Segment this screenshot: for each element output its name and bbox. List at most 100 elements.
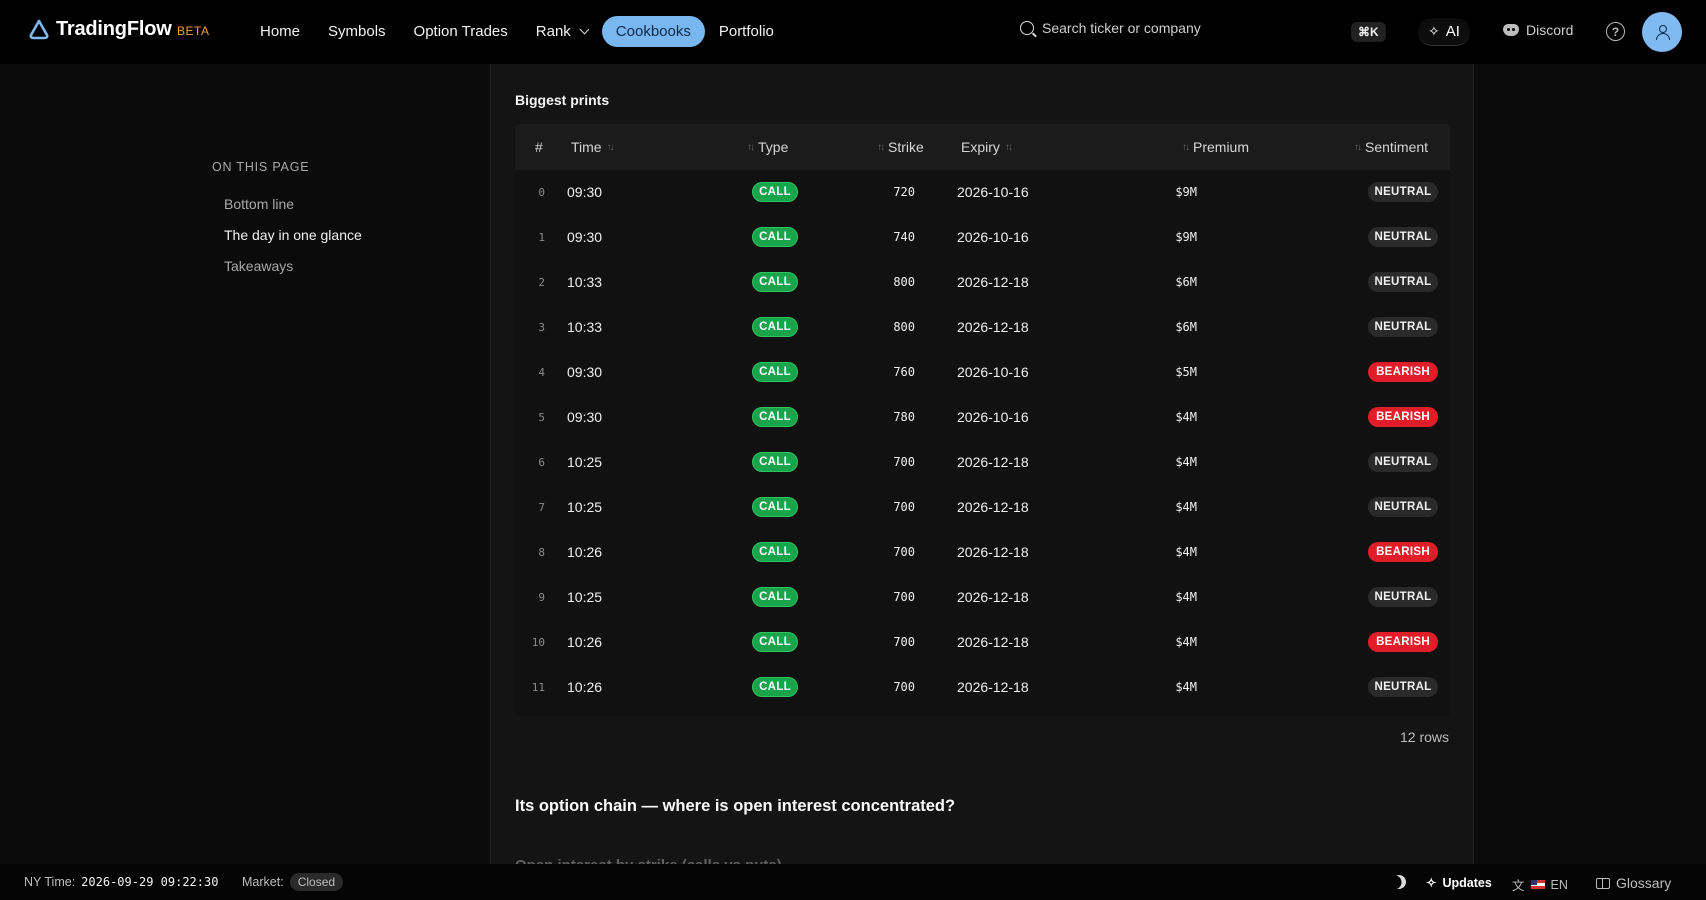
col-type[interactable]: ↑↓ Type [747,139,788,155]
row-premium: $4M [1175,680,1197,694]
toc-item-takeaways[interactable]: Takeaways [224,258,293,274]
table-row[interactable]: 3 10:33 CALL 800 2026-12-18 $6M NEUTRAL [515,305,1450,350]
search-input[interactable] [1042,20,1332,36]
theme-toggle[interactable] [1392,875,1406,889]
discord-icon [1503,24,1519,36]
book-icon [1596,877,1610,889]
sentiment-badge: NEUTRAL [1368,452,1438,472]
table-row[interactable]: 5 09:30 CALL 780 2026-10-16 $4M BEARISH [515,395,1450,440]
row-strike: 800 [893,320,915,334]
main-nav: Home Symbols Option Trades Rank Cookbook… [246,16,788,47]
nav-rank[interactable]: Rank [522,16,602,47]
type-badge: CALL [752,182,798,202]
search-shortcut: ⌘K [1351,22,1386,42]
toc-item-bottom-line[interactable]: Bottom line [224,196,294,212]
row-expiry: 2026-12-18 [957,589,1029,605]
row-expiry: 2026-12-18 [957,499,1029,515]
type-badge: CALL [752,317,798,337]
toc-item-day-in-one-glance[interactable]: The day in one glance [224,227,362,243]
sentiment-badge: NEUTRAL [1368,587,1438,607]
row-expiry: 2026-10-16 [957,184,1029,200]
col-premium[interactable]: ↑↓ Premium [1182,139,1249,155]
row-index: 0 [538,186,545,199]
chevron-down-icon [579,24,590,35]
ny-time-label: NY Time: [24,875,76,889]
sentiment-badge: NEUTRAL [1368,317,1438,337]
sentiment-badge: BEARISH [1368,632,1438,652]
sentiment-badge: NEUTRAL [1368,497,1438,517]
nav-option-trades[interactable]: Option Trades [400,16,522,47]
ny-time-value: 2026-09-29 09:22:30 [81,875,219,889]
avatar[interactable] [1642,12,1682,52]
market-status: Market: Closed [242,873,344,891]
row-count: 12 rows [1400,729,1450,745]
language-label: EN [1550,877,1568,892]
col-strike[interactable]: ↑↓ Strike [877,139,924,155]
table-row[interactable]: 11 10:26 CALL 700 2026-12-18 $4M NEUTRAL [515,665,1450,710]
row-expiry: 2026-12-18 [957,544,1029,560]
type-badge: CALL [752,677,798,697]
section-title: Biggest prints [515,92,610,108]
logo[interactable]: TradingFlow [28,18,172,41]
table-row[interactable]: 8 10:26 CALL 700 2026-12-18 $4M BEARISH [515,530,1450,575]
col-time[interactable]: Time ↑↓ [571,139,615,155]
ai-button[interactable]: ✧ AI [1418,18,1470,46]
table-header: # Time ↑↓ ↑↓ Type ↑↓ Strike Expiry ↑↓ ↑↓ Prem… [515,124,1450,170]
sort-icon: ↑↓ [1182,141,1190,153]
sentiment-badge: NEUTRAL [1368,182,1438,202]
table-row[interactable]: 2 10:33 CALL 800 2026-12-18 $6M NEUTRAL [515,260,1450,305]
moon-icon [1389,872,1408,891]
updates-label: Updates [1442,875,1492,890]
row-premium: $6M [1175,320,1197,334]
row-premium: $9M [1175,230,1197,244]
col-index: # [535,139,543,155]
nav-portfolio[interactable]: Portfolio [705,16,788,47]
table-row[interactable]: 4 09:30 CALL 760 2026-10-16 $5M BEARISH [515,350,1450,395]
row-expiry: 2026-12-18 [957,454,1029,470]
table-row[interactable]: 6 10:25 CALL 700 2026-12-18 $4M NEUTRAL [515,440,1450,485]
language-select[interactable]: 文 EN [1512,875,1568,894]
updates-button[interactable]: ✧ Updates [1426,875,1492,891]
market-badge: Closed [289,873,344,891]
row-index: 10 [531,636,545,649]
sentiment-badge: BEARISH [1368,542,1438,562]
row-time: 10:33 [567,319,603,335]
col-sentiment[interactable]: ↑↓ Sentiment [1354,139,1428,155]
ny-time: NY Time: 2026-09-29 09:22:30 [24,875,218,889]
table-row[interactable]: 9 10:25 CALL 700 2026-12-18 $4M NEUTRAL [515,575,1450,620]
row-strike: 700 [893,455,915,469]
nav-cookbooks[interactable]: Cookbooks [601,16,705,47]
table-row[interactable]: 10 10:26 CALL 700 2026-12-18 $4M BEARISH [515,620,1450,665]
type-badge: CALL [752,272,798,292]
row-index: 6 [538,456,545,469]
table-row[interactable]: 7 10:25 CALL 700 2026-12-18 $4M NEUTRAL [515,485,1450,530]
table-row[interactable]: 0 09:30 CALL 720 2026-10-16 $9M NEUTRAL [515,170,1450,215]
toc-title: ON THIS PAGE [212,160,310,174]
row-premium: $4M [1175,635,1197,649]
sentiment-badge: NEUTRAL [1368,677,1438,697]
table-row[interactable]: 1 09:30 CALL 740 2026-10-16 $9M NEUTRAL [515,215,1450,260]
search-bar[interactable] [1020,20,1332,36]
row-expiry: 2026-12-18 [957,274,1029,290]
row-time: 10:25 [567,499,603,515]
row-premium: $4M [1175,545,1197,559]
help-icon[interactable]: ? [1606,22,1625,41]
row-strike: 720 [893,185,915,199]
glossary-link[interactable]: Glossary [1596,875,1671,891]
type-badge: CALL [752,227,798,247]
col-expiry[interactable]: Expiry ↑↓ [961,139,1013,155]
row-time: 09:30 [567,364,603,380]
flag-icon [1530,880,1545,889]
row-index: 7 [538,501,545,514]
row-strike: 700 [893,545,915,559]
type-badge: CALL [752,587,798,607]
market-label: Market: [242,875,284,889]
row-premium: $4M [1175,500,1197,514]
row-time: 10:26 [567,634,603,650]
translate-icon: 文 [1512,879,1525,893]
row-expiry: 2026-10-16 [957,409,1029,425]
nav-symbols[interactable]: Symbols [314,16,400,47]
nav-home[interactable]: Home [246,16,314,47]
user-icon [1655,25,1670,40]
discord-link[interactable]: Discord [1503,22,1573,38]
